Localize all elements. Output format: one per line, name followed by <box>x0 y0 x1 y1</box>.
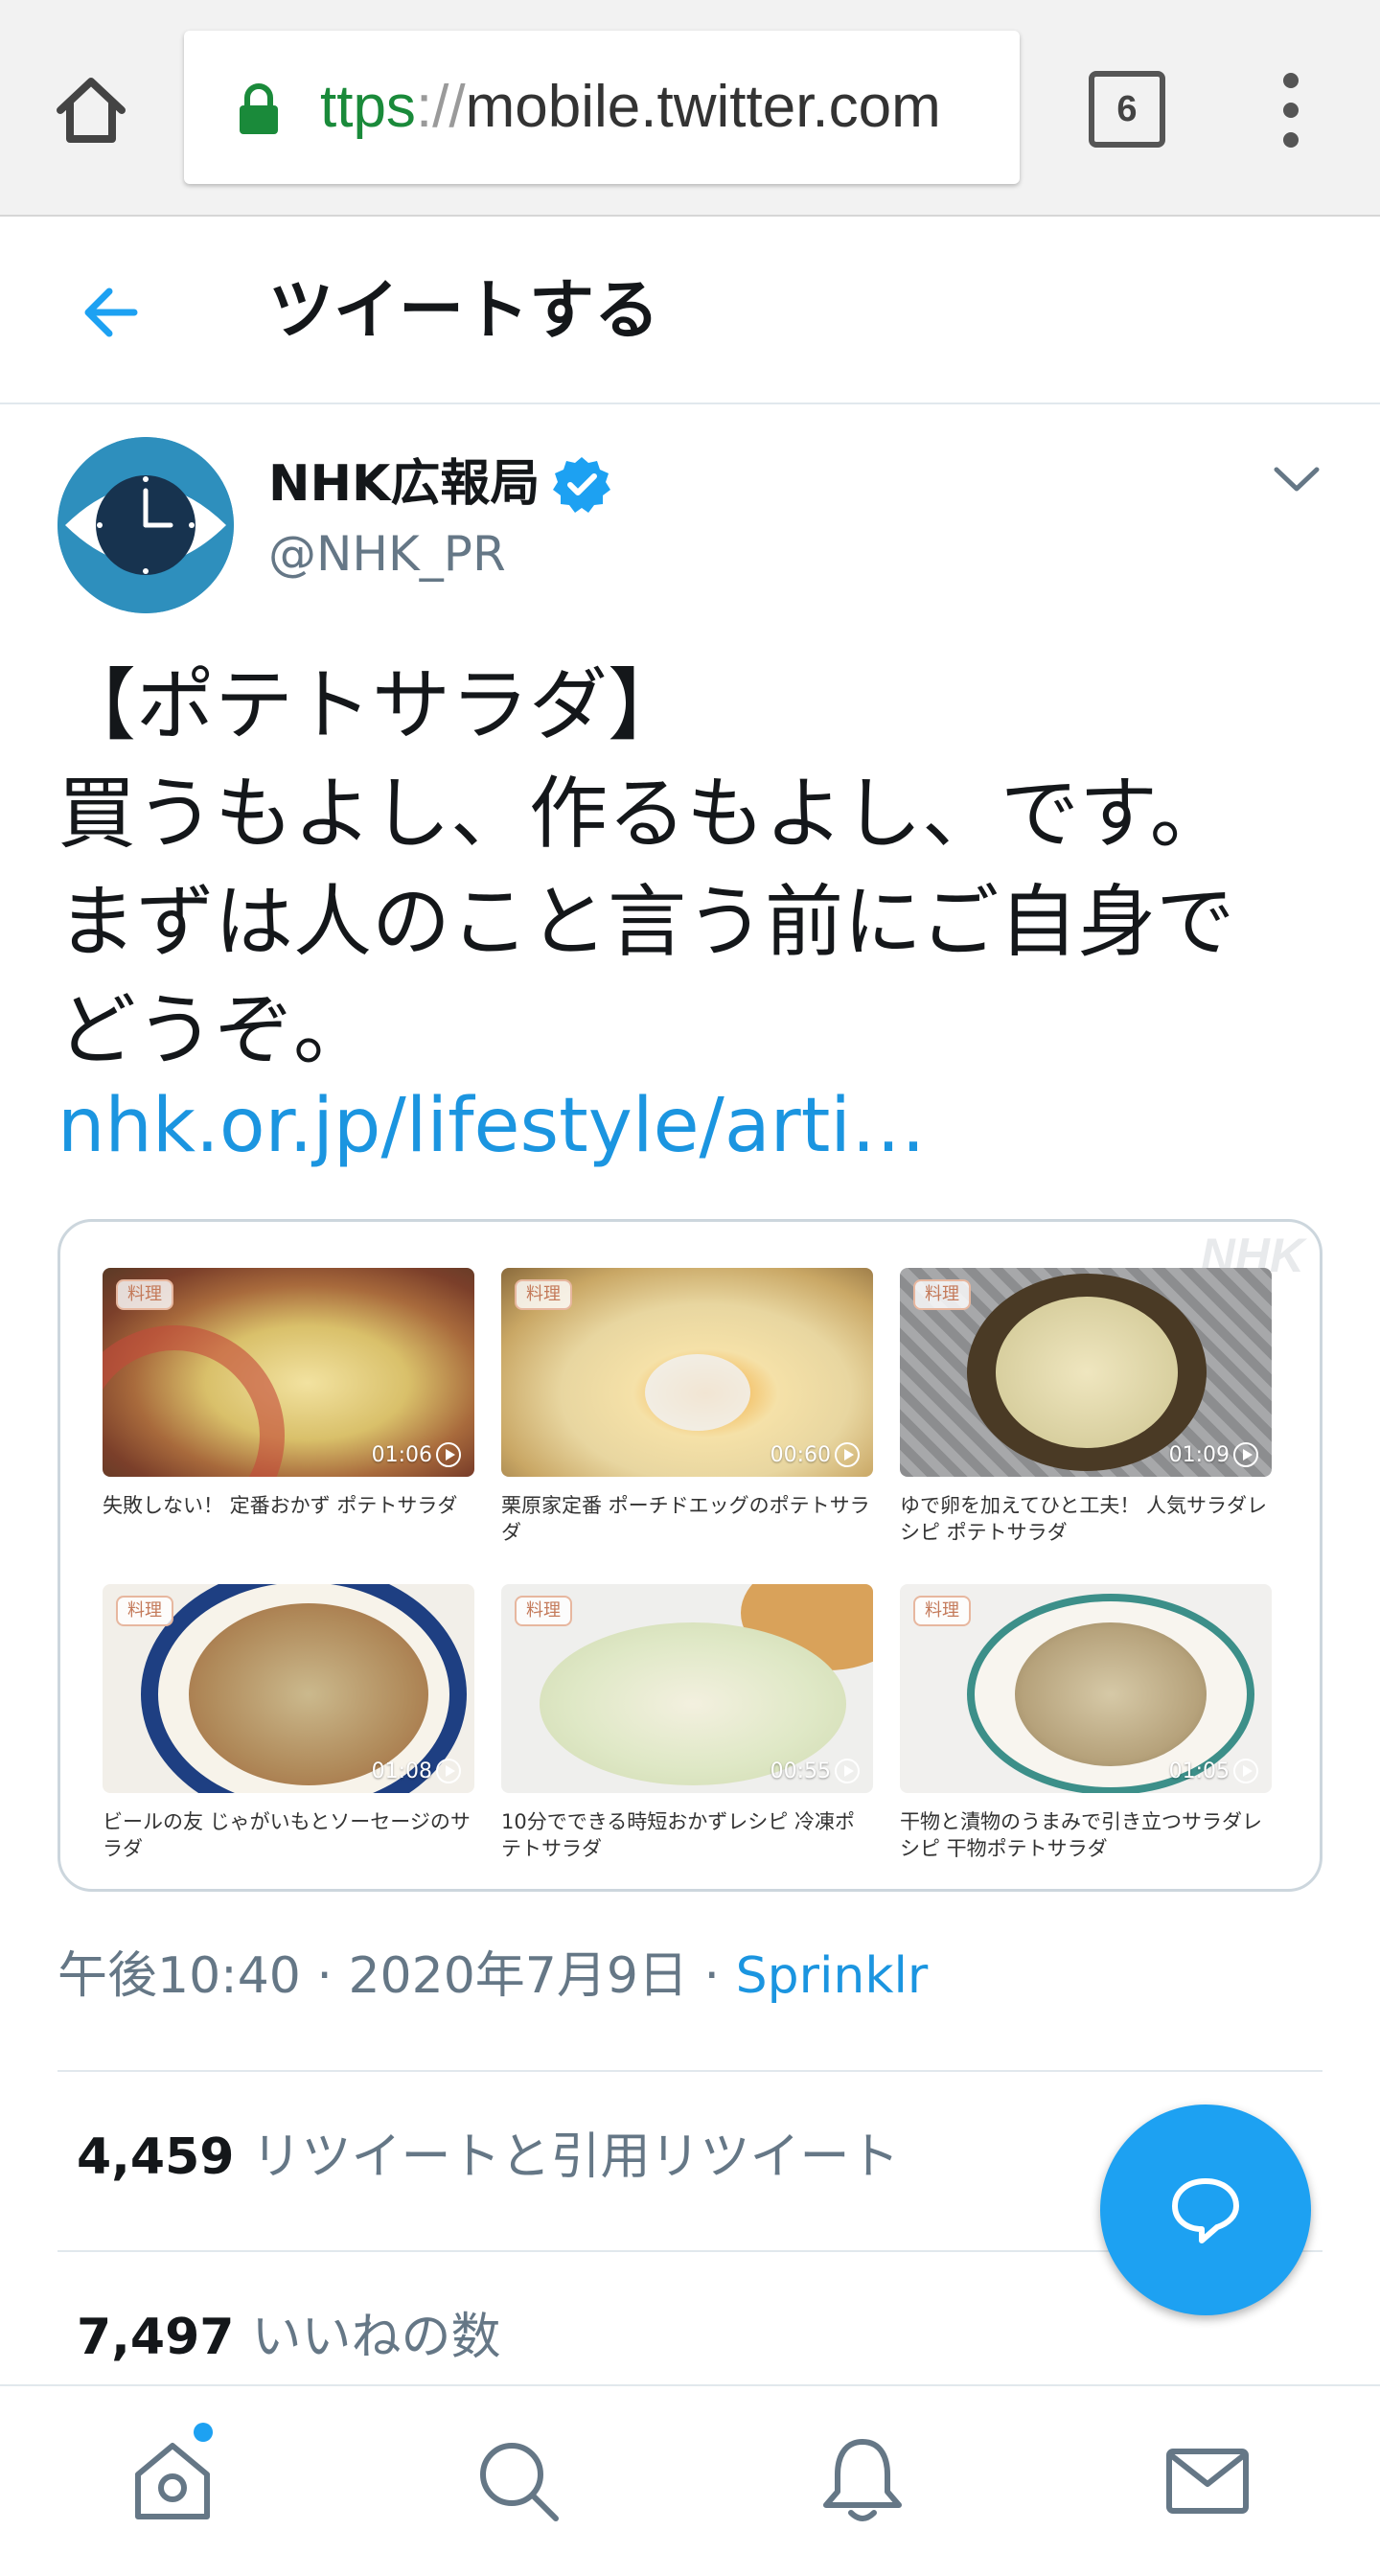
play-icon <box>1233 1442 1258 1467</box>
verified-badge-icon <box>553 457 611 513</box>
recipe-thumbnail: 料理 00:60 <box>501 1268 873 1477</box>
url-separator: :// <box>415 74 466 140</box>
duration-text: 00:60 <box>770 1442 831 1467</box>
video-duration: 01:08 <box>372 1759 461 1783</box>
category-badge: 料理 <box>913 1596 971 1626</box>
home-icon <box>57 78 126 143</box>
url-scheme: ttps <box>320 74 416 140</box>
tweet-source[interactable]: Sprinklr <box>736 1947 929 2005</box>
like-stat[interactable]: 7,497 いいねの数 <box>77 2296 501 2379</box>
recipe-caption: 栗原家定番 ポーチドエッグのポテトサラダ <box>501 1494 870 1544</box>
category-badge: 料理 <box>116 1596 173 1626</box>
recipe-thumbnail: 料理 00:55 <box>501 1584 873 1793</box>
like-count: 7,497 <box>77 2309 235 2366</box>
play-icon <box>1233 1759 1258 1783</box>
recipe-tile[interactable]: 料理 01:09 ゆで卵を加えてひと工夫！ 人気サラダレシピ ポテトサラダ <box>900 1268 1272 1546</box>
recipe-thumbnail: 料理 01:09 <box>900 1268 1272 1477</box>
user-handle[interactable]: @NHK_PR <box>268 521 506 586</box>
tweet-date: 2020年7月9日 <box>348 1947 688 2005</box>
meta-separator: · <box>316 1947 333 2005</box>
play-icon <box>835 1442 860 1467</box>
recipe-caption: 干物と漬物のうまみで引き立つサラダレシピ 干物ポテトサラダ <box>900 1810 1262 1860</box>
recipe-caption: ゆで卵を加えてひと工夫！ 人気サラダレシピ ポテトサラダ <box>900 1494 1267 1544</box>
tweet-text: 【ポテトサラダ】 買うもよし、作るもよし、です。 まずは人のこと言う前にご自身で… <box>58 660 1235 1076</box>
category-badge: 料理 <box>116 1279 173 1310</box>
duration-text: 01:08 <box>371 1759 432 1783</box>
category-badge: 料理 <box>913 1279 971 1310</box>
envelope-icon[interactable] <box>1160 2432 1255 2528</box>
browser-toolbar: ttps://mobile.twitter.com 6 <box>0 0 1380 217</box>
bell-icon[interactable] <box>815 2432 910 2528</box>
search-icon[interactable] <box>470 2432 565 2528</box>
video-duration: 00:60 <box>770 1442 860 1467</box>
chevron-down-icon[interactable] <box>1271 460 1322 498</box>
browser-menu-button[interactable] <box>1267 67 1315 153</box>
duration-text: 01:05 <box>1168 1759 1230 1783</box>
clock-eye-logo <box>58 437 234 613</box>
url-text: ttps://mobile.twitter.com <box>320 71 941 144</box>
notification-dot <box>194 2423 213 2442</box>
recipe-caption: 10分でできる時短おかずレシピ 冷凍ポテトサラダ <box>501 1810 855 1860</box>
recipe-caption: 失敗しない！ 定番おかず ポテトサラダ <box>103 1494 458 1517</box>
address-bar[interactable]: ttps://mobile.twitter.com <box>184 31 1020 184</box>
page-title: ツイートする <box>268 273 660 349</box>
video-duration: 01:05 <box>1169 1759 1258 1783</box>
tab-switcher-button[interactable]: 6 <box>1089 71 1165 148</box>
play-icon <box>436 1759 461 1783</box>
divider <box>58 2070 1322 2072</box>
menu-dot <box>1283 73 1299 88</box>
meta-separator: · <box>703 1947 721 2005</box>
home-icon[interactable] <box>125 2432 220 2528</box>
link-card[interactable]: NHK 料理 01:06 失敗しない！ 定番おかず ポテトサラダ 料理 00:6… <box>58 1219 1322 1892</box>
tweet-timestamp: 午後10:40 · 2020年7月9日 · Sprinklr <box>58 1936 928 2016</box>
recipe-thumbnail: 料理 01:08 <box>103 1584 474 1793</box>
video-duration: 00:55 <box>770 1759 860 1783</box>
recipe-tile[interactable]: 料理 01:06 失敗しない！ 定番おかず ポテトサラダ <box>103 1268 474 1519</box>
menu-dot <box>1283 132 1299 148</box>
tweet-time: 午後10:40 <box>58 1947 301 2005</box>
like-label: いいねの数 <box>251 2309 501 2366</box>
browser-home-button[interactable] <box>48 67 134 153</box>
display-name[interactable]: NHK広報局 <box>268 450 611 518</box>
recipe-tile[interactable]: 料理 01:08 ビールの友 じゃがいもとソーセージのサラダ <box>103 1584 474 1862</box>
video-duration: 01:09 <box>1169 1442 1258 1467</box>
play-icon <box>835 1759 860 1783</box>
bottom-nav <box>0 2384 1380 2576</box>
category-badge: 料理 <box>515 1596 572 1626</box>
tweet-link[interactable]: nhk.or.jp/lifestyle/arti… <box>58 1073 926 1179</box>
menu-dot <box>1283 103 1299 118</box>
duration-text: 01:06 <box>371 1442 432 1467</box>
retweet-count: 4,459 <box>77 2128 235 2186</box>
avatar[interactable] <box>58 437 234 613</box>
reply-bubble-icon <box>1172 2178 1239 2243</box>
lock-icon <box>240 83 278 134</box>
retweet-label: リツイートと引用リツイート <box>251 2128 900 2186</box>
category-badge: 料理 <box>515 1279 572 1310</box>
recipe-tile[interactable]: 料理 00:60 栗原家定番 ポーチドエッグのポテトサラダ <box>501 1268 873 1546</box>
page-header: ツイートする <box>0 218 1380 404</box>
arrow-left-icon[interactable] <box>77 278 146 347</box>
duration-text: 01:09 <box>1168 1442 1230 1467</box>
video-duration: 01:06 <box>372 1442 461 1467</box>
recipe-thumbnail: 料理 01:06 <box>103 1268 474 1477</box>
display-name-text: NHK広報局 <box>268 455 540 513</box>
url-host: mobile.twitter.com <box>465 74 941 140</box>
recipe-caption: ビールの友 じゃがいもとソーセージのサラダ <box>103 1810 471 1860</box>
recipe-tile[interactable]: 料理 01:05 干物と漬物のうまみで引き立つサラダレシピ 干物ポテトサラダ <box>900 1584 1272 1862</box>
recipe-thumbnail: 料理 01:05 <box>900 1584 1272 1793</box>
retweet-stat[interactable]: 4,459 リツイートと引用リツイート <box>77 2116 900 2198</box>
duration-text: 00:55 <box>770 1759 831 1783</box>
recipe-tile[interactable]: 料理 00:55 10分でできる時短おかずレシピ 冷凍ポテトサラダ <box>501 1584 873 1862</box>
reply-button[interactable] <box>1100 2104 1311 2315</box>
play-icon <box>436 1442 461 1467</box>
